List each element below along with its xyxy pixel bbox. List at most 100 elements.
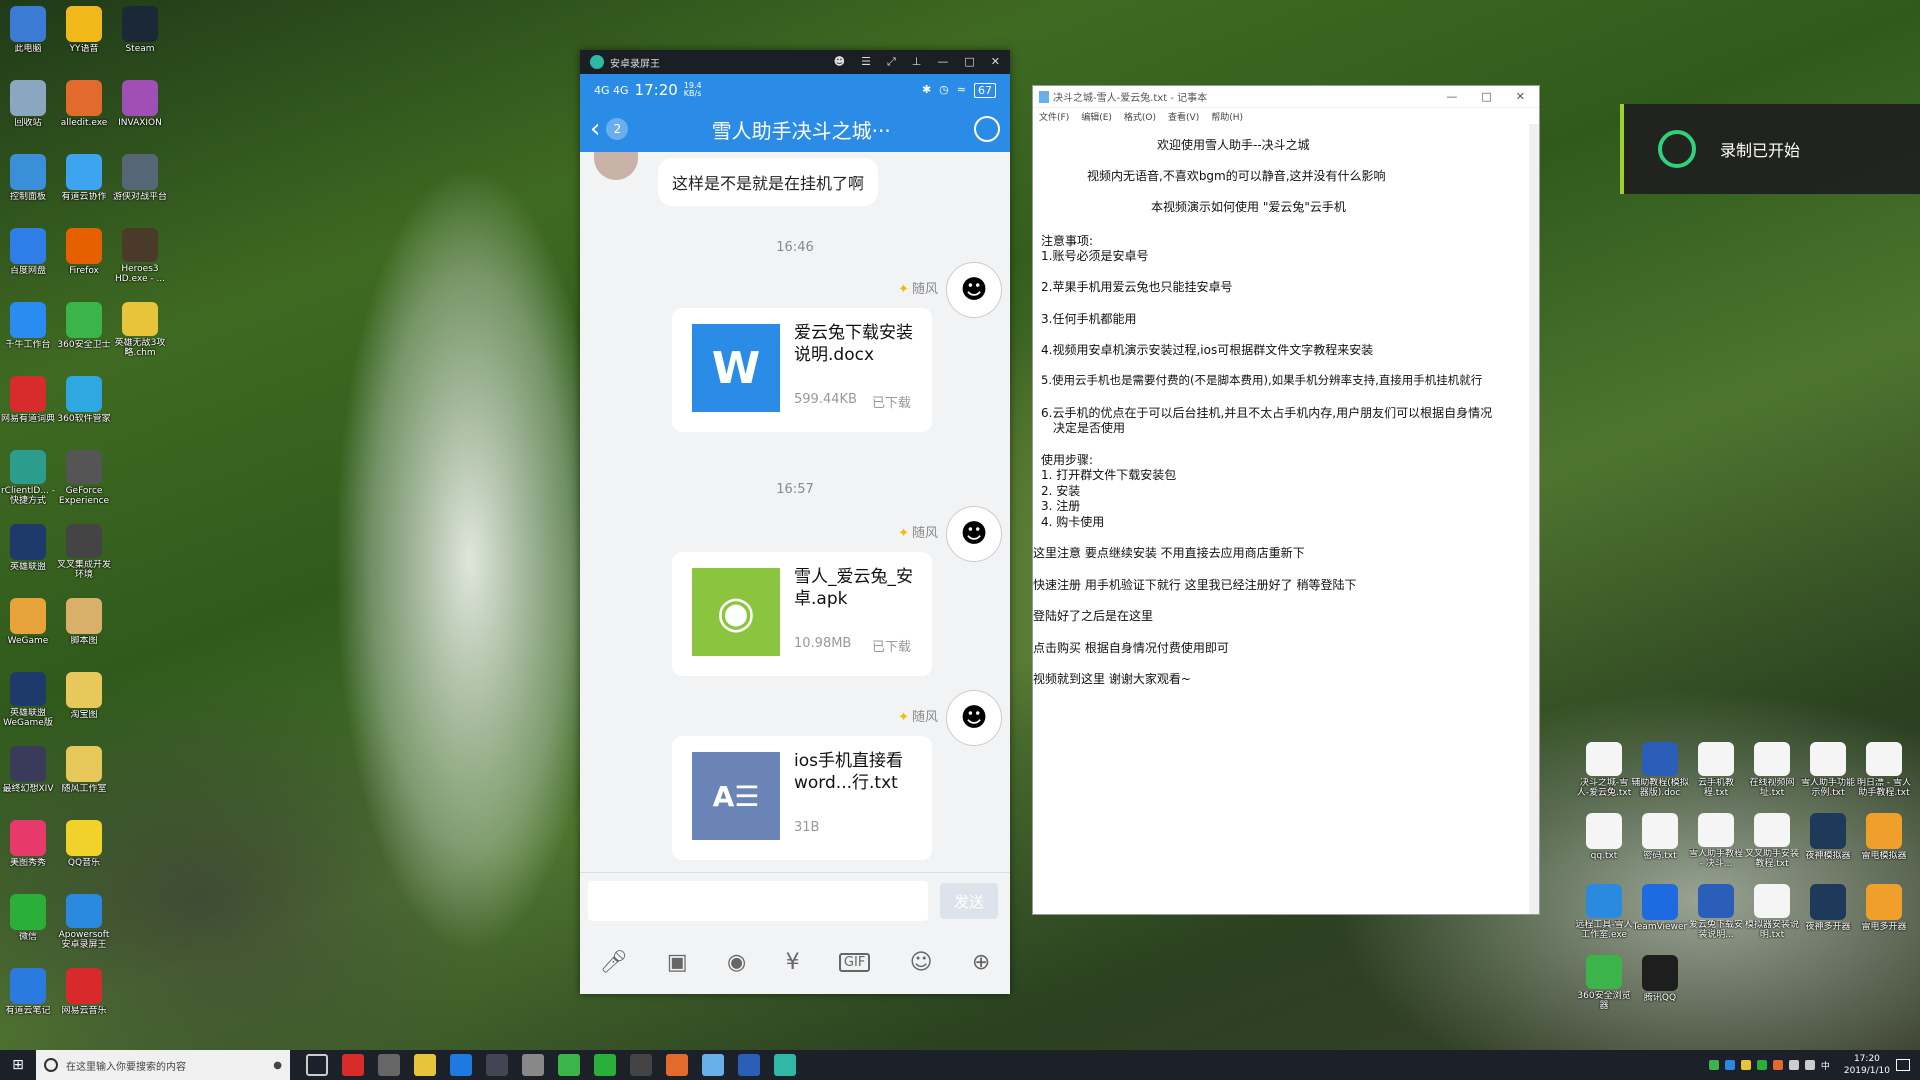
menu-edit[interactable]: 编辑(E) (1081, 110, 1112, 123)
maximize-icon[interactable]: □ (964, 55, 974, 69)
game-taskbar-icon[interactable] (486, 1054, 508, 1076)
desktop-icon[interactable]: rClientID... - 快捷方式 (0, 448, 56, 505)
desktop-icon[interactable]: 英雄联盟WeGame版 (0, 670, 56, 727)
tray-icon[interactable] (1724, 1060, 1735, 1070)
desktop-icon[interactable]: 百度网盘 (0, 226, 56, 283)
desktop-icon[interactable]: 回收站 (0, 78, 56, 135)
volume-icon[interactable] (1804, 1060, 1815, 1070)
task-view-icon[interactable] (306, 1054, 328, 1076)
plus-icon[interactable]: ⊕ (972, 950, 990, 975)
desktop-icon[interactable]: 雷电模拟器 (1856, 811, 1912, 868)
message-bubble[interactable]: 这样是不是就是在挂机了啊 (658, 158, 879, 206)
emoji-icon[interactable]: ☺ (910, 950, 933, 975)
menu-icon[interactable]: ☰ (861, 55, 871, 69)
desktop-icon[interactable]: 有道云笔记 (0, 966, 56, 1023)
desktop-icon[interactable]: 淘宝图 (56, 670, 112, 727)
desktop-icon[interactable]: 随风工作室 (56, 744, 112, 801)
message-input[interactable] (588, 881, 928, 921)
notepad-text-area[interactable]: 欢迎使用雪人助手--决斗之城 视频内无语音,不喜欢bgm的可以静音,这并没有什么… (1033, 124, 1539, 894)
menu-view[interactable]: 查看(V) (1168, 110, 1199, 123)
desktop-icon[interactable]: 英雄无敌3攻略.chm (112, 300, 168, 357)
menu-file[interactable]: 文件(F) (1039, 110, 1069, 123)
desktop-icon[interactable]: 脚本图 (56, 596, 112, 653)
wechat-taskbar-icon[interactable] (594, 1054, 616, 1076)
desktop-icon[interactable]: GeForce Experience (56, 448, 112, 505)
desktop-icon[interactable]: YY语音 (56, 4, 112, 61)
desktop-icon[interactable]: qq.txt (1576, 811, 1632, 868)
back-arrow-icon[interactable]: ‹ (590, 114, 600, 144)
tray-icon[interactable] (1708, 1060, 1719, 1070)
calculator-taskbar-icon[interactable] (378, 1054, 400, 1076)
tray-icon[interactable] (1756, 1060, 1767, 1070)
desktop-icon[interactable]: 远程工具-雪人工作室.exe (1575, 882, 1633, 939)
red-packet-icon[interactable]: ¥ (786, 950, 800, 975)
desktop-icon[interactable]: 微信 (0, 892, 56, 949)
desktop-icon[interactable]: 夜神模拟器 (1800, 811, 1856, 868)
desktop-icon[interactable]: Firefox (56, 226, 112, 283)
desktop-icon[interactable]: 在线视频网址.txt (1744, 740, 1800, 797)
desktop-icon[interactable]: 控制面板 (0, 152, 56, 209)
file-card[interactable]: ◉ 雪人_爱云兔_安卓.apk 10.98MB 已下载 (672, 552, 932, 676)
notepad-titlebar[interactable]: 决斗之城-雪人-爱云兔.txt - 记事本 — □ ✕ (1033, 86, 1539, 108)
desktop-icon[interactable]: 叉叉助手安装教程.txt (1744, 811, 1800, 868)
avatar[interactable]: ☻ (946, 506, 1002, 562)
desktop-icon[interactable]: 雪人助手教程 - 决斗... (1688, 811, 1744, 868)
close-icon[interactable]: ✕ (1516, 90, 1525, 103)
minimize-icon[interactable]: — (937, 55, 948, 69)
desktop-icon[interactable]: 爱云兔下载安装说明... (1688, 882, 1744, 939)
desktop-icon[interactable]: 云手机教程.txt (1688, 740, 1744, 797)
send-button[interactable]: 发送 (940, 883, 998, 919)
menu-format[interactable]: 格式(O) (1124, 110, 1156, 123)
desktop-icon[interactable]: 叉叉集成开发环境 (56, 522, 112, 579)
desktop-icon[interactable]: 决斗之城-雪人-爱云兔.txt (1576, 740, 1632, 797)
360-taskbar-icon[interactable] (558, 1054, 580, 1076)
desktop-icon[interactable]: 此电脑 (0, 4, 56, 61)
desktop-icon[interactable]: QQ音乐 (56, 818, 112, 875)
desktop-icon[interactable]: WeGame (0, 596, 56, 653)
notepad-taskbar-icon[interactable] (702, 1054, 724, 1076)
network-icon[interactable] (1788, 1060, 1799, 1070)
desktop-icon[interactable]: 雷电多开器 (1856, 882, 1912, 939)
clock[interactable]: 17:20 2019/1/10 (1844, 1053, 1890, 1077)
desktop-icon[interactable]: 腾讯QQ (1632, 953, 1688, 1010)
mic-icon[interactable]: ● (273, 1060, 282, 1071)
desktop-icon[interactable]: 千牛工作台 (0, 300, 56, 357)
desktop-icon[interactable]: 最终幻想XIV (0, 744, 56, 801)
pin-icon[interactable]: ⊥ (912, 55, 922, 69)
desktop-icon[interactable]: 网易云音乐 (56, 966, 112, 1023)
desktop-icon[interactable]: 游侠对战平台 (112, 152, 168, 209)
alledit-taskbar-icon[interactable] (666, 1054, 688, 1076)
notification-icon[interactable] (1896, 1059, 1910, 1071)
phone-window-titlebar[interactable]: 安卓录屏王 ☻ ☰ ⤢ ⊥ — □ ✕ (580, 50, 1010, 74)
user-icon[interactable]: ☻ (834, 55, 845, 69)
start-button[interactable]: ⊞ (0, 1057, 36, 1073)
desktop-icon[interactable]: 密码.txt (1632, 811, 1688, 868)
close-icon[interactable]: ✕ (991, 55, 1000, 69)
minimize-icon[interactable]: — (1446, 90, 1457, 103)
youdao-taskbar-icon[interactable] (342, 1054, 364, 1076)
tray-icon[interactable] (1740, 1060, 1751, 1070)
fullscreen-icon[interactable]: ⤢ (887, 55, 896, 69)
desktop-icon[interactable]: 英雄联盟 (0, 522, 56, 579)
desktop-icon[interactable]: INVAXION (112, 78, 168, 135)
avatar[interactable]: ☻ (946, 690, 1002, 746)
maximize-icon[interactable]: □ (1481, 90, 1491, 103)
avatar[interactable]: ☻ (946, 262, 1002, 318)
desktop-icon[interactable]: alledit.exe (56, 78, 112, 135)
desktop-icon[interactable]: 辅助教程(模拟器版).doc (1631, 740, 1689, 797)
desktop-icon[interactable]: 360软件管家 (56, 374, 112, 431)
notepad-scrollbar[interactable] (1529, 124, 1539, 914)
file-card[interactable]: W 爱云兔下载安装说明.docx 599.44KB 已下载 (672, 308, 932, 432)
xx-taskbar-icon[interactable] (630, 1054, 652, 1076)
desktop-icon[interactable]: Apowersoft安卓录屏王 (56, 892, 112, 949)
desktop-icon[interactable]: Heroes3 HD.exe - ... (112, 226, 168, 283)
taskbar-search[interactable]: 在这里输入你要搜索的内容 ● (36, 1050, 290, 1080)
desktop-icon[interactable]: 360安全浏览器 (1576, 953, 1632, 1010)
microphone-icon[interactable]: 🎤︎ (600, 950, 628, 975)
camera-icon[interactable]: ◉ (727, 950, 746, 975)
desktop-icon[interactable]: 360安全卫士 (56, 300, 112, 357)
gif-icon[interactable]: GIF (838, 952, 871, 972)
desktop-icon[interactable]: TeamViewer (1632, 882, 1688, 939)
desktop-icon[interactable]: 雪人助手功能示例.txt (1800, 740, 1856, 797)
desktop-icon[interactable]: 模拟器安装说明.txt (1744, 882, 1800, 939)
